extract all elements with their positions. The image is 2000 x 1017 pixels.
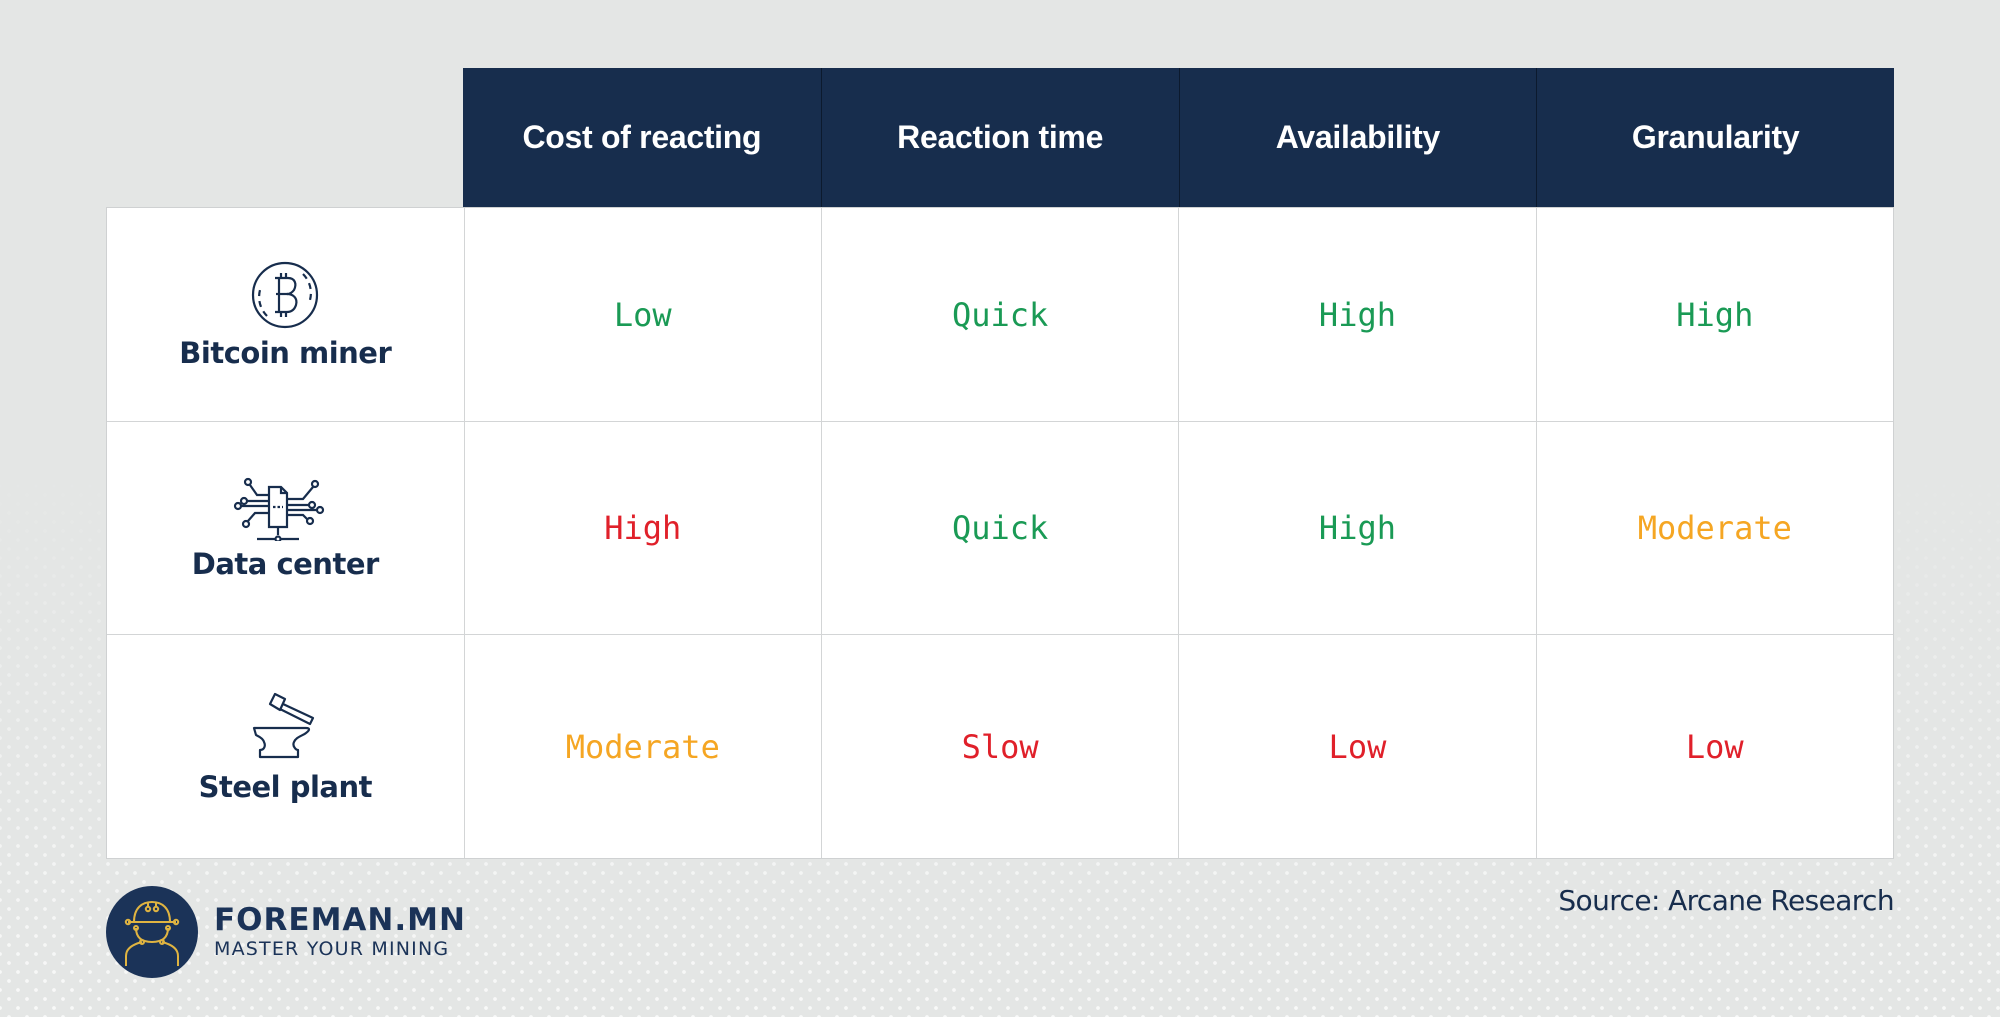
value-cell: Low — [463, 208, 821, 421]
row-label-cell: Bitcoin miner — [107, 208, 464, 421]
table-row: Bitcoin miner Low Quick High High — [107, 208, 1893, 421]
row-label: Bitcoin miner — [179, 335, 392, 370]
anvil-hammer-icon — [253, 692, 315, 758]
brand-name: FOREMAN.MN — [214, 902, 466, 938]
value-cell: High — [1178, 208, 1535, 421]
value-cell: Low — [1178, 635, 1535, 858]
table-row: Data center High Quick High Moderate — [107, 421, 1893, 634]
bitcoin-icon — [252, 261, 319, 328]
value-cell: High — [1535, 208, 1893, 421]
value-cell: Moderate — [1535, 422, 1893, 634]
table-row: Steel plant Moderate Slow Low Low — [107, 634, 1893, 858]
value-cell: High — [1178, 422, 1535, 634]
miner-helmet-icon — [124, 900, 180, 966]
column-header-availability: Availability — [1178, 68, 1537, 207]
value-cell: Low — [1535, 635, 1893, 858]
logo-badge — [106, 886, 198, 978]
brand-text: FOREMAN.MN MASTER YOUR MINING — [214, 903, 466, 961]
value-cell: High — [463, 422, 821, 634]
row-label: Data center — [191, 547, 380, 581]
brand-tagline: MASTER YOUR MINING — [214, 938, 450, 960]
brand-logo: FOREMAN.MN MASTER YOUR MINING — [106, 886, 466, 978]
value-cell: Quick — [820, 422, 1178, 634]
data-center-icon — [234, 477, 325, 541]
row-label: Steel plant — [198, 769, 373, 804]
table-header: Cost of reacting Reaction time Availabil… — [463, 68, 1894, 207]
table-body: Bitcoin miner Low Quick High High Data c… — [106, 207, 1894, 859]
value-cell: Slow — [820, 635, 1178, 858]
source-credit: Source: Arcane Research — [1558, 884, 1894, 917]
value-cell: Quick — [820, 208, 1178, 421]
value-cell: Moderate — [463, 635, 821, 858]
column-header-granularity: Granularity — [1536, 68, 1894, 207]
row-label-cell: Steel plant — [107, 635, 464, 858]
column-header-cost: Cost of reacting — [522, 119, 762, 155]
row-label-cell: Data center — [107, 422, 464, 634]
column-header-reaction-time: Reaction time — [820, 68, 1179, 207]
